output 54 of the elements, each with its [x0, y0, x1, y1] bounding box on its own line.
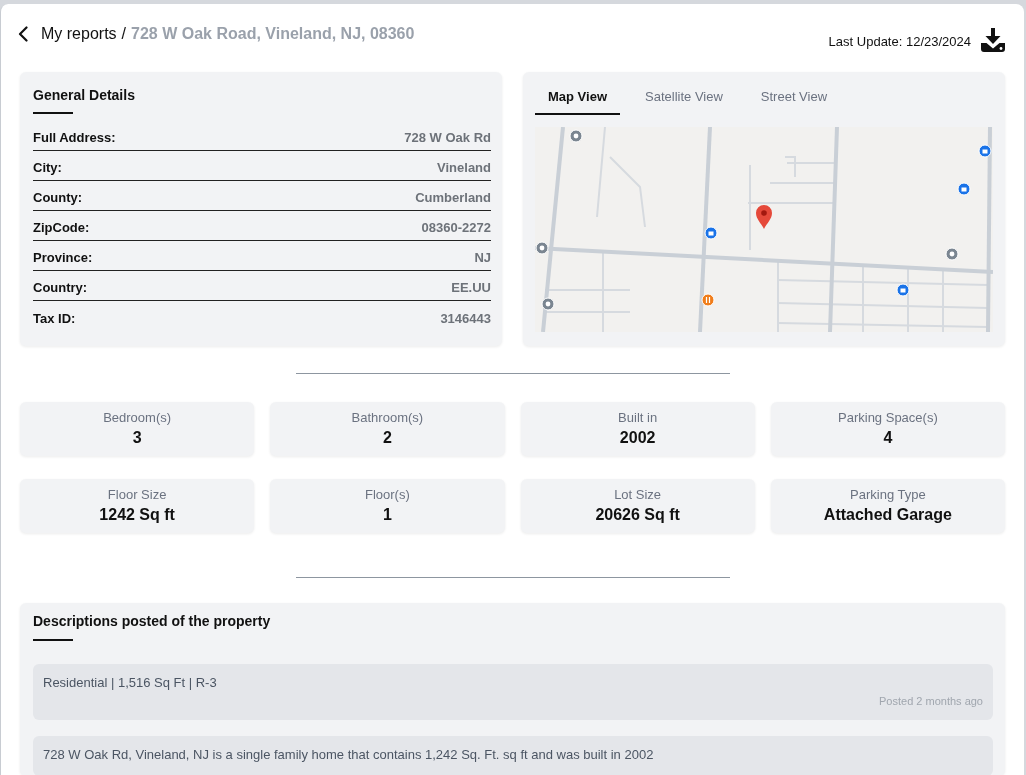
place-marker-icon — [945, 247, 959, 261]
place-marker-icon — [701, 293, 715, 307]
feature-label: Parking Space(s) — [837, 409, 939, 426]
feature-value: Attached Garage — [822, 505, 953, 525]
detail-label: Tax ID: — [33, 309, 76, 327]
card-title: General Details — [33, 86, 136, 105]
place-marker-icon — [541, 297, 555, 311]
location-pin-icon — [756, 205, 772, 229]
detail-value: 08360-2272 — [421, 219, 491, 236]
feature-label: Built in — [617, 409, 659, 426]
last-update-text: Last Update: 12/23/2024 — [828, 33, 971, 50]
breadcrumb-link[interactable]: My reports — [41, 24, 117, 44]
description-text: 728 W Oak Rd, Vineland, NJ is a single family home that contains 1,242 Sq. Ft. sq ft and was built in 2002 — [43, 746, 655, 764]
detail-value: EE.UU — [451, 279, 491, 296]
detail-label: City: — [33, 159, 62, 176]
place-marker-icon — [569, 129, 583, 143]
feature-label: Floor(s) — [364, 486, 411, 503]
feature-value: 1 — [381, 505, 393, 525]
detail-value: NJ — [474, 249, 491, 266]
description-text: Residential | 1,516 Sq Ft | R-3 — [43, 674, 218, 692]
place-marker-icon — [957, 182, 971, 196]
detail-value: Vineland — [437, 159, 491, 176]
feature-label: Parking Type — [849, 486, 927, 503]
breadcrumb-current: 728 W Oak Road, Vineland, NJ, 08360 — [131, 24, 415, 44]
chevron-left-icon[interactable] — [18, 26, 28, 42]
detail-label: ZipCode: — [33, 219, 90, 236]
detail-value: 3146443 — [440, 309, 491, 327]
detail-label: Country: — [33, 279, 88, 296]
feature-label: Bedroom(s) — [102, 409, 173, 426]
feature-value: 3 — [131, 428, 143, 448]
feature-label: Floor Size — [106, 486, 168, 503]
detail-value: 728 W Oak Rd — [404, 129, 491, 146]
feature-value: 1242 Sq ft — [98, 505, 176, 525]
place-marker-icon — [704, 226, 718, 240]
detail-label: Full Address: — [33, 129, 116, 146]
feature-label: Lot Size — [613, 486, 663, 503]
detail-value: Cumberland — [415, 189, 491, 206]
detail-label: Province: — [33, 249, 93, 266]
breadcrumb-separator: / — [121, 24, 127, 44]
detail-label: County: — [33, 189, 83, 206]
map-tab[interactable]: Satellite View — [632, 84, 736, 115]
feature-value: 2 — [381, 428, 393, 448]
place-marker-icon — [896, 283, 910, 297]
posted-time: Posted 2 months ago — [878, 694, 983, 708]
feature-value: 2002 — [618, 428, 657, 448]
map-tab[interactable]: Map View — [535, 84, 620, 115]
feature-value: 20626 Sq ft — [594, 505, 681, 525]
card-title: Descriptions posted of the property — [33, 612, 272, 631]
download-icon[interactable] — [981, 28, 1005, 52]
place-marker-icon — [978, 144, 992, 158]
feature-label: Bathroom(s) — [350, 409, 425, 426]
map-tab[interactable]: Street View — [747, 84, 841, 115]
place-marker-icon — [535, 241, 549, 255]
feature-value: 4 — [882, 428, 894, 448]
